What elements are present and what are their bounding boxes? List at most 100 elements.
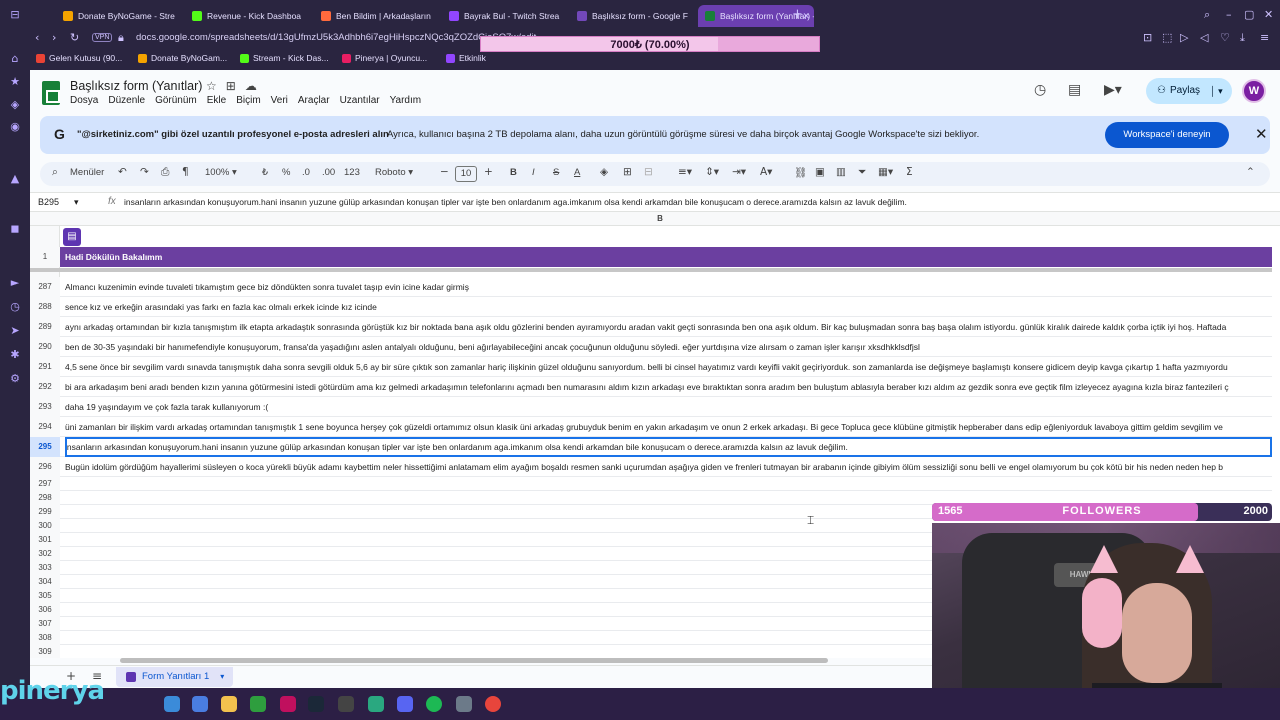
row-number[interactable]: 1 [30, 247, 60, 267]
avatar[interactable]: W [1242, 79, 1266, 103]
horizontal-align-icon[interactable]: ≡▾ [678, 166, 692, 178]
menu-extensions[interactable]: Uzantılar [340, 95, 380, 106]
messenger-icon[interactable]: ◉ [8, 120, 22, 134]
font-size-plus-icon[interactable]: + [484, 166, 493, 178]
pin-icon[interactable]: ⊡ [1143, 31, 1152, 44]
increase-decimal-button[interactable]: .00 [322, 167, 335, 178]
table-row[interactable]: 291 4,5 sene önce bir sevgilim vardı sına… [30, 357, 1272, 377]
row-number[interactable]: 299 [30, 505, 60, 519]
currency-format-button[interactable]: ₺ [262, 167, 268, 178]
cell[interactable]: üni zamanları bir ilişkim vardı arkadaş … [65, 417, 1272, 437]
redo-icon[interactable]: ↷ [140, 166, 149, 178]
row-number[interactable]: 308 [30, 631, 60, 645]
bookmark-4[interactable]: Etkinlik [446, 53, 486, 63]
empty-row[interactable]: 297 [30, 477, 1272, 491]
cell[interactable]: ben de 30-35 yaşındaki bir hanımefendiyl… [65, 337, 1272, 357]
cell[interactable]: 4,5 sene önce bir sevgilim vardı sınavda… [65, 357, 1272, 377]
url-field[interactable]: docs.google.com/spreadsheets/d/13gUfmzU5… [136, 32, 536, 43]
row-number[interactable]: 295 [30, 437, 60, 457]
row-number[interactable]: 290 [30, 337, 60, 357]
comments-icon[interactable]: ▤ [1068, 82, 1081, 98]
twitch-icon[interactable]: ◼ [8, 222, 22, 236]
bookmark-0[interactable]: Gelen Kutusu (90... [36, 53, 122, 63]
menu-edit[interactable]: Düzenle [108, 95, 145, 106]
meet-icon[interactable]: ▶▾ [1104, 82, 1122, 98]
freeze-divider[interactable] [30, 268, 1272, 272]
menu-file[interactable]: Dosya [70, 95, 98, 106]
home-icon[interactable]: ⌂ [8, 52, 22, 66]
app-icon[interactable] [456, 696, 472, 712]
row-number[interactable]: 294 [30, 417, 60, 437]
bookmark-3[interactable]: Pinerya | Oyuncu... [342, 53, 427, 63]
row-number[interactable]: 292 [30, 377, 60, 397]
search-tabs-icon[interactable]: ⌕ [1204, 8, 1210, 22]
row-number[interactable]: 296 [30, 457, 60, 477]
vertical-align-icon[interactable]: ⇕▾ [705, 166, 719, 178]
search-icon[interactable]: ⌕ [52, 166, 58, 179]
cell[interactable]: sence kız ve erkeğin arasındaki yas fark… [65, 297, 1272, 317]
opera-gx-icon[interactable] [280, 696, 296, 712]
heart-icon[interactable]: ♡ [1220, 31, 1230, 44]
filter-icon[interactable]: ⏷ [858, 166, 866, 179]
sheet-tab-form-responses[interactable]: Form Yanıtları 1 [116, 667, 234, 687]
back-icon[interactable]: ‹ [35, 31, 39, 44]
cell[interactable]: aynı arkadaş ortamından bir kızla tanışm… [65, 317, 1272, 337]
row-number[interactable]: 303 [30, 561, 60, 575]
text-color-icon[interactable]: A [574, 167, 580, 178]
row-number[interactable]: 287 [30, 277, 60, 297]
menu-format[interactable]: Biçim [236, 95, 260, 106]
font-select[interactable]: Roboto ▾ [375, 167, 413, 178]
tab-2[interactable]: Ben Bildim | Arkadaşların [314, 5, 436, 27]
sheets-logo-icon[interactable] [42, 81, 60, 105]
row-number[interactable]: 309 [30, 645, 60, 658]
menus-search[interactable]: Menüler [70, 167, 104, 178]
close-icon[interactable]: ✕ [1255, 125, 1268, 143]
version-history-icon[interactable]: ◷ [1034, 82, 1046, 98]
text-wrapping-icon[interactable]: ⇥▾ [732, 166, 746, 178]
horizontal-scrollbar[interactable] [120, 658, 828, 663]
number-format-button[interactable]: 123 [344, 167, 360, 178]
merge-cells-icon[interactable]: ⊟ [644, 166, 653, 178]
chrome-icon[interactable] [485, 696, 501, 712]
copilot-icon[interactable] [192, 696, 208, 712]
filter-views-icon[interactable]: ▦▾ [878, 166, 893, 178]
row-number[interactable]: 300 [30, 519, 60, 533]
gamepad-icon[interactable]: ◈ [8, 98, 22, 112]
table-row[interactable]: 288 sence kız ve erkeğin arasındaki yas f… [30, 297, 1272, 317]
table-row[interactable]: 294 üni zamanları bir ilişkim vardı arkad… [30, 417, 1272, 437]
bold-icon[interactable]: B [510, 167, 517, 178]
borders-icon[interactable]: ⊞ [623, 166, 632, 178]
row-number[interactable]: 293 [30, 397, 60, 417]
discord-icon[interactable] [397, 696, 413, 712]
bookmark-1[interactable]: Donate ByNoGam... [138, 53, 227, 63]
history-icon[interactable]: ◷ [8, 300, 22, 314]
bookmark-2[interactable]: Stream - Kick Das... [240, 53, 329, 63]
text-rotation-icon[interactable]: A▾ [760, 166, 772, 178]
font-size-minus-icon[interactable]: − [440, 166, 449, 178]
share-button[interactable]: Paylaş │ ▾ [1146, 78, 1232, 104]
strikethrough-icon[interactable]: S [553, 167, 559, 178]
new-tab-icon[interactable]: + [792, 7, 803, 22]
menu-insert[interactable]: Ekle [207, 95, 226, 106]
cloud-status-icon[interactable]: ☁ [245, 79, 266, 93]
tab-3[interactable]: Bayrak Bul - Twitch Strea [442, 5, 564, 27]
row-number[interactable]: 289 [30, 317, 60, 337]
table-filter-icon[interactable]: ▤ [63, 228, 81, 246]
table-row[interactable]: 295 insanların arkasından konuşuyorum.han… [30, 437, 1272, 457]
obs-icon[interactable] [338, 696, 354, 712]
table-row[interactable]: 289 aynı arkadaş ortamından bir kızla tan… [30, 317, 1272, 337]
close-tab-icon[interactable]: ✕ [802, 5, 810, 27]
zoom-select[interactable]: 100% ▾ [205, 167, 237, 178]
snapshot-icon[interactable]: ⬚ [1162, 31, 1172, 44]
row-number[interactable]: 307 [30, 617, 60, 631]
cell[interactable]: Bugün idolüm gördüğüm hayallerimi süsley… [65, 457, 1272, 477]
percent-format-button[interactable]: % [282, 167, 290, 178]
italic-icon[interactable]: I [532, 167, 535, 178]
xbox-icon[interactable] [250, 696, 266, 712]
decrease-decimal-button[interactable]: .0 [302, 167, 310, 178]
close-window-icon[interactable]: ✕ [1264, 8, 1273, 21]
functions-icon[interactable]: Σ [906, 166, 913, 178]
streamlabs-icon[interactable] [368, 696, 384, 712]
wallet-icon[interactable]: ◁ [1200, 31, 1208, 44]
document-title[interactable]: Başlıksız form (Yanıtlar) [70, 79, 202, 93]
